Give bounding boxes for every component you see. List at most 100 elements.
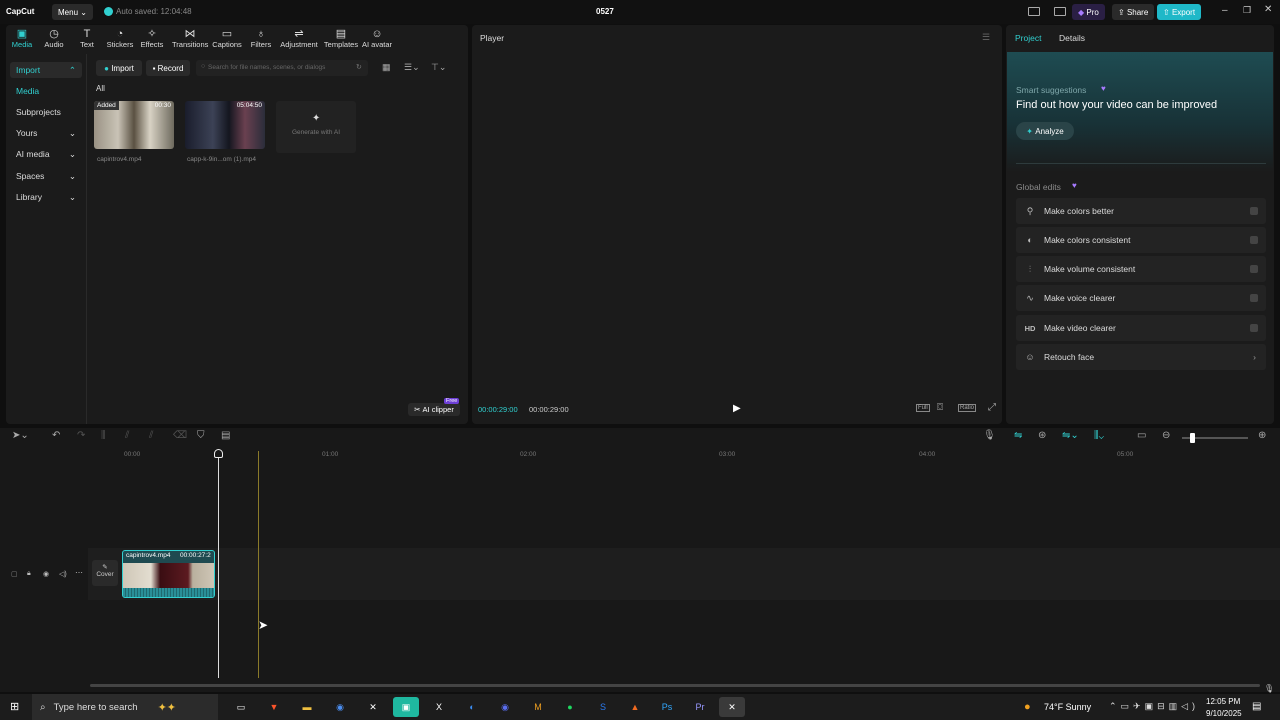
minimize-icon[interactable]: – xyxy=(1222,5,1228,16)
split-right-icon[interactable]: ⫽ xyxy=(149,430,153,441)
fullscreen-icon[interactable]: ⤢ xyxy=(988,402,996,413)
app-icon[interactable]: ▲ xyxy=(622,697,648,717)
system-tray-icons[interactable]: ⌃▭✈▣⊟▥◁) xyxy=(1109,701,1199,712)
chrome-canary-icon[interactable]: ◉ xyxy=(492,697,518,717)
clock-date[interactable]: 9/10/2025 xyxy=(1206,709,1242,718)
app-icon[interactable]: ▣ xyxy=(393,697,419,717)
snapshot-icon[interactable]: ⌼ xyxy=(937,402,943,413)
playhead[interactable] xyxy=(218,451,219,678)
ai-clipper-button[interactable]: ✂ AI clipper xyxy=(408,403,460,416)
toggle[interactable] xyxy=(1250,324,1258,332)
timeline-scrollbar[interactable] xyxy=(90,684,1260,687)
timeline-clip[interactable]: capintrov4.mp4 00:00:27:2 xyxy=(122,550,215,598)
taskbar-search[interactable]: ⌕ Type here to search ✦✦ xyxy=(32,694,218,720)
playhead-handle[interactable] xyxy=(214,449,223,458)
tab-effects[interactable]: ✧ Effects xyxy=(136,28,168,49)
sidebar-item-spaces[interactable]: Spaces ⌄ xyxy=(10,168,82,184)
split-left-icon[interactable]: ⫽ xyxy=(125,430,129,441)
play-icon[interactable]: ▶ xyxy=(733,403,741,414)
tab-audio[interactable]: ◷ Audio xyxy=(38,28,70,49)
file-explorer-icon[interactable]: ▬ xyxy=(294,697,320,717)
capcut-active-icon[interactable]: ✕ xyxy=(719,697,745,717)
tab-templates[interactable]: ▤ Templates xyxy=(322,28,360,49)
undo-icon[interactable]: ↶ xyxy=(52,430,60,441)
app-icon[interactable]: ◐ xyxy=(459,697,485,717)
caption-icon[interactable]: ▭ xyxy=(1137,430,1146,441)
microphone-icon[interactable]: 🎙 xyxy=(983,430,996,441)
layout-icon[interactable] xyxy=(1028,7,1040,16)
media-thumbnail-1[interactable]: Added 00:30 xyxy=(94,101,174,149)
export-button[interactable]: ⇧ Export xyxy=(1157,4,1202,20)
more-icon[interactable]: ⋯ xyxy=(75,568,83,577)
tab-adjustment[interactable]: ⇌ Adjustment xyxy=(279,28,319,49)
freeze-frame-icon[interactable]: ▤ xyxy=(221,430,230,441)
toggle[interactable] xyxy=(1250,294,1258,302)
zoom-in-icon[interactable]: ⊕ xyxy=(1258,430,1266,441)
sidebar-item-media[interactable]: Media xyxy=(10,83,82,99)
tab-stickers[interactable]: ◔ Stickers xyxy=(104,28,136,49)
tab-captions[interactable]: ▭ Captions xyxy=(211,28,243,49)
clock-time[interactable]: 12:05 PM xyxy=(1206,697,1240,706)
toggle[interactable] xyxy=(1250,265,1258,273)
capcut-icon[interactable]: ✕ xyxy=(360,697,386,717)
make-volume-consistent-row[interactable]: ⫶ Make volume consistent xyxy=(1016,256,1266,282)
app-icon[interactable]: S xyxy=(590,697,616,717)
shortcut-icon[interactable] xyxy=(1054,7,1066,16)
sort-icon[interactable]: ☰⌄ xyxy=(404,62,420,73)
premiere-icon[interactable]: Pr xyxy=(687,697,713,717)
tab-project[interactable]: Project xyxy=(1015,33,1041,43)
snap-icon[interactable]: ⊛ xyxy=(1038,430,1046,441)
x-icon[interactable]: X xyxy=(426,697,452,717)
tab-filters[interactable]: ♁ Filters xyxy=(245,28,277,49)
magnet-icon[interactable]: ⇋⌄ xyxy=(1062,430,1079,441)
marker-icon[interactable]: ⛉ xyxy=(197,430,205,441)
notification-icon[interactable]: ▤ xyxy=(1252,701,1261,712)
menu-button[interactable]: Menu ⌄ xyxy=(52,4,93,20)
tab-details[interactable]: Details xyxy=(1059,33,1085,43)
toggle[interactable] xyxy=(1250,207,1258,215)
weather-label[interactable]: 74°F Sunny xyxy=(1044,702,1091,712)
volume-icon[interactable]: ◁) xyxy=(59,570,67,578)
tab-media[interactable]: ▣ Media xyxy=(6,28,38,49)
pro-button[interactable]: ◆ Pro xyxy=(1072,4,1105,20)
make-colors-consistent-row[interactable]: ◐ Make colors consistent xyxy=(1016,227,1266,253)
media-thumbnail-2[interactable]: 05:04:50 xyxy=(185,101,265,149)
filter-all[interactable]: All xyxy=(96,84,105,93)
tab-ai-avatar[interactable]: ☺ AI avatar xyxy=(360,28,394,49)
share-button[interactable]: ⇪ Share xyxy=(1112,4,1155,20)
sidebar-item-ai-media[interactable]: AI media ⌄ xyxy=(10,146,82,162)
sidebar-item-library[interactable]: Library ⌄ xyxy=(10,189,82,205)
zoom-handle[interactable] xyxy=(1190,433,1195,443)
sidebar-item-subprojects[interactable]: Subprojects xyxy=(10,104,82,120)
windows-start-icon[interactable]: ⊞ xyxy=(10,700,19,713)
full-quality-button[interactable]: Full xyxy=(916,404,930,412)
redo-icon[interactable]: ↷ xyxy=(77,430,85,441)
zoom-out-icon[interactable]: ⊖ xyxy=(1162,430,1170,441)
analyze-button[interactable]: ✦ Analyze xyxy=(1016,122,1074,140)
tab-transitions[interactable]: ⋈ Transitions xyxy=(172,28,208,49)
delete-icon[interactable]: ⌫ xyxy=(173,430,187,441)
maximize-icon[interactable]: ❐ xyxy=(1243,5,1251,16)
task-view-icon[interactable]: ▭ xyxy=(228,697,254,717)
import-button[interactable]: ● Import xyxy=(96,60,142,76)
lock-icon[interactable]: 🔒︎ xyxy=(27,570,31,578)
view-grid-icon[interactable]: ▦ xyxy=(382,62,391,73)
record-button[interactable]: ▪ Record xyxy=(146,60,190,76)
chrome-icon[interactable]: ◉ xyxy=(327,697,353,717)
brave-icon[interactable]: ▼ xyxy=(261,697,287,717)
track-checkbox-icon[interactable]: ▢ xyxy=(11,570,18,578)
retouch-face-row[interactable]: ☺ Retouch face › xyxy=(1016,344,1266,370)
toggle[interactable] xyxy=(1250,236,1258,244)
sidebar-item-yours[interactable]: Yours ⌄ xyxy=(10,125,82,141)
app-icon[interactable]: M xyxy=(525,697,551,717)
make-colors-better-row[interactable]: ⚲ Make colors better xyxy=(1016,198,1266,224)
tab-text[interactable]: T Text xyxy=(71,28,103,49)
generate-with-ai-card[interactable]: ✦ Generate with AI xyxy=(276,101,356,153)
cover-button[interactable]: ✎ Cover xyxy=(92,560,118,586)
ratio-button[interactable]: Ratio xyxy=(958,404,977,412)
preview-axis-icon[interactable]: ⫼⌄ xyxy=(1094,430,1104,441)
link-icon[interactable]: ⇋ xyxy=(1014,430,1022,441)
make-video-clearer-row[interactable]: HD Make video clearer xyxy=(1016,315,1266,341)
player-menu-icon[interactable]: ☰ xyxy=(982,32,990,43)
filter-icon[interactable]: ⊤⌄ xyxy=(431,62,446,73)
